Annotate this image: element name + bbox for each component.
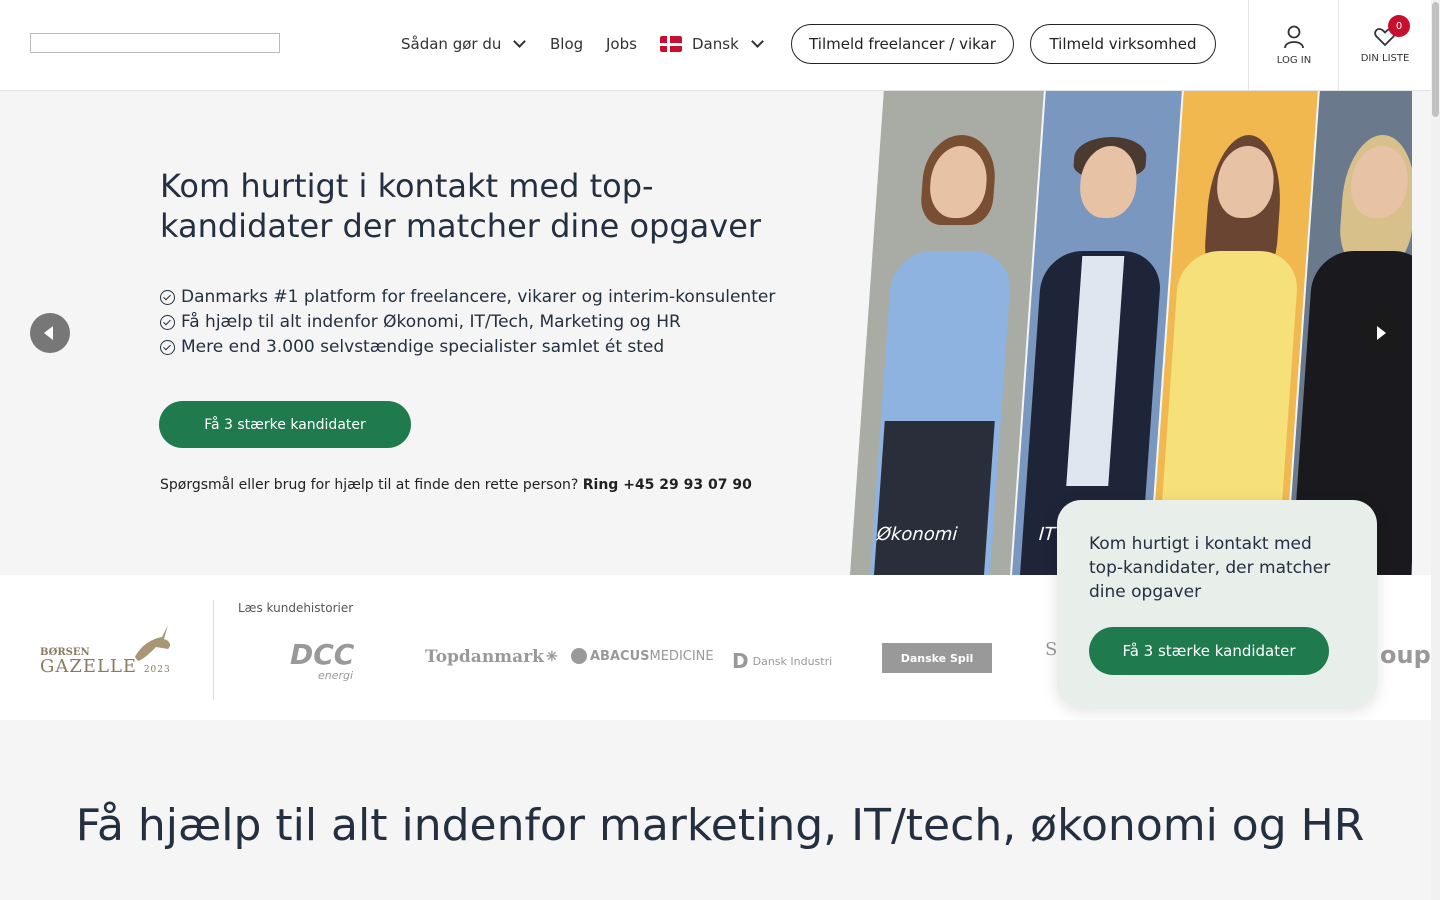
hero-bullet-text: Få hjælp til alt indenfor Økonomi, IT/Te… <box>181 312 681 332</box>
signup-company-label: Tilmeld virksomhed <box>1049 35 1197 53</box>
site-header: Sådan gør du Blog Jobs Dansk Tilmeld fre… <box>0 0 1431 91</box>
nav-jobs[interactable]: Jobs <box>606 33 637 55</box>
services-section: Få hjælp til alt indenfor marketing, IT/… <box>0 720 1431 900</box>
wishlist-label: DIN LISTE <box>1360 52 1410 64</box>
logo-topdanmark[interactable]: Topdanmark ✳ <box>425 647 558 667</box>
check-circle-icon <box>160 315 175 330</box>
nav-how-label: Sådan gør du <box>401 35 502 53</box>
logo-danske-spil-text: Danske Spil <box>900 651 974 665</box>
contact-question: Spørgsmål eller brug for hjælp til at fi… <box>160 477 579 493</box>
carousel-prev-button[interactable] <box>30 313 70 353</box>
hero-title: Kom hurtigt i kontakt med top-kandidater… <box>160 167 762 245</box>
wishlist-count-badge: 0 <box>1388 15 1410 37</box>
logo-oup-text: oup <box>1380 641 1431 669</box>
logo-danske-spil[interactable]: Danske Spil <box>882 643 992 673</box>
hero-bullet-text: Danmarks #1 platform for freelancere, vi… <box>181 287 776 307</box>
divider <box>213 600 214 700</box>
logo-dcc-sub: energi <box>318 669 354 682</box>
abacus-icon <box>571 648 587 664</box>
person-strip-okonomi: Økonomi <box>850 91 1044 575</box>
chevron-left-icon <box>44 326 53 340</box>
logo-dcc-text: DCC <box>290 638 355 671</box>
contact-phone-link[interactable]: Ring +45 29 93 07 90 <box>583 477 752 493</box>
carousel-next-button[interactable] <box>1360 313 1400 353</box>
language-selector[interactable]: Dansk <box>660 33 764 55</box>
contact-line: Spørgsmål eller brug for hjælp til at fi… <box>160 477 752 493</box>
nav-jobs-label: Jobs <box>606 35 637 53</box>
borsen-gazelle-badge: BØRSEN GAZELLE 2023 <box>40 617 180 681</box>
popup-text: Kom hurtigt i kontakt med top-kandidater… <box>1089 534 1331 602</box>
logo-topdanmark-text: Topdanmark <box>425 647 544 667</box>
di-icon: D <box>732 649 749 673</box>
gazelle-main: GAZELLE <box>40 656 138 677</box>
wishlist-button[interactable]: DIN LISTE 0 <box>1338 0 1431 90</box>
nav-blog-label: Blog <box>550 35 584 53</box>
chevron-down-icon <box>750 35 764 48</box>
candidates-popup: Kom hurtigt i kontakt med top-kandidater… <box>1057 500 1377 707</box>
logo-di-text: Dansk Industri <box>752 654 833 668</box>
popup-get-candidates-button[interactable]: Få 3 stærke kandidater <box>1089 627 1329 675</box>
signup-freelancer-label: Tilmeld freelancer / vikar <box>809 35 996 53</box>
login-label: LOG IN <box>1276 54 1312 66</box>
check-circle-icon <box>160 340 175 355</box>
customer-stories-link[interactable]: Læs kundehistorier <box>238 601 353 615</box>
popup-cta-label: Få 3 stærke kandidater <box>1122 642 1296 660</box>
logo-abacus-text: ABACUS <box>590 648 650 664</box>
scrollbar-thumb[interactable] <box>1432 2 1439 117</box>
logo-abacus-sub: MEDICINE <box>649 648 714 664</box>
logo-dcc-energi[interactable]: DCC energi <box>290 638 355 683</box>
logo-dansk-industri[interactable]: D Dansk Industri <box>732 649 832 673</box>
hero-bullet: Få hjælp til alt indenfor Økonomi, IT/Te… <box>160 310 775 335</box>
nav-how-it-works[interactable]: Sådan gør du <box>401 33 527 55</box>
danish-flag-icon <box>660 36 682 52</box>
page-scrollbar[interactable] <box>1431 0 1440 900</box>
services-title: Få hjælp til alt indenfor marketing, IT/… <box>75 800 1365 851</box>
chevron-right-icon <box>1377 326 1386 340</box>
language-label: Dansk <box>692 35 739 53</box>
hero-bullet: Danmarks #1 platform for freelancere, vi… <box>160 285 775 310</box>
site-logo[interactable] <box>30 33 280 53</box>
logo-abacus[interactable]: ABACUS MEDICINE <box>571 648 714 664</box>
get-candidates-label: Få 3 stærke kandidater <box>204 416 366 433</box>
hero-bullets: Danmarks #1 platform for freelancere, vi… <box>160 285 775 360</box>
chevron-down-icon <box>513 35 527 48</box>
signup-freelancer-button[interactable]: Tilmeld freelancer / vikar <box>791 24 1014 64</box>
hero-bullet-text: Mere end 3.000 selvstændige specialister… <box>181 337 665 357</box>
login-button[interactable]: LOG IN <box>1248 0 1339 90</box>
strip-label-okonomi: Økonomi <box>876 524 959 545</box>
logo-partial-group[interactable]: oup <box>1380 641 1431 669</box>
gazelle-year: 2023 <box>143 665 171 675</box>
user-icon <box>1284 25 1304 48</box>
star-icon: ✳ <box>545 649 558 665</box>
get-candidates-button[interactable]: Få 3 stærke kandidater <box>159 401 411 448</box>
nav-blog[interactable]: Blog <box>550 33 583 55</box>
hero-bullet: Mere end 3.000 selvstændige specialister… <box>160 335 775 360</box>
signup-company-button[interactable]: Tilmeld virksomhed <box>1030 24 1216 64</box>
check-circle-icon <box>160 290 175 305</box>
